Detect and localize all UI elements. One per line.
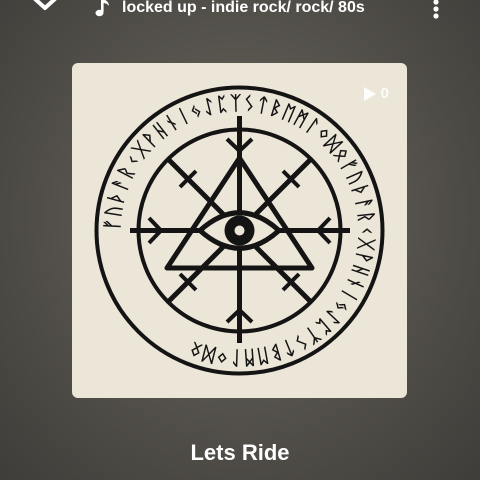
music-note-icon [95,0,109,17]
collapse-button[interactable] [30,0,60,16]
more-vertical-icon[interactable] [426,0,446,22]
track-title: Lets Ride [190,440,290,465]
play-count-value: 0 [380,85,389,102]
play-count: 0 [363,85,389,102]
album-artwork[interactable]: ᚠᚢᚦᚨᚱᚲᚷᚹᚺᚾᛁᛃᛇᛈᛉᛊᛏᛒᛖᛗᛚᛜᛞᛟᚠᚢᚦᚨᚱᚲᚷᚹᚺᚾᛁᛃᛇᛈᛉᛊ… [72,63,407,398]
chevron-down-icon [33,0,57,10]
playlist-title: locked up - indie rock/ rock/ 80s [122,0,365,16]
playlist-title-area[interactable]: locked up - indie rock/ rock/ 80s [92,0,365,20]
play-icon [363,86,376,101]
top-bar: locked up - indie rock/ rock/ 80s [0,0,480,24]
runic-circle-artwork: ᚠᚢᚦᚨᚱᚲᚷᚹᚺᚾᛁᛃᛇᛈᛉᛊᛏᛒᛖᛗᛚᛜᛞᛟᚠᚢᚦᚨᚱᚲᚷᚹᚺᚾᛁᛃᛇᛈᛉᛊ… [94,85,385,376]
